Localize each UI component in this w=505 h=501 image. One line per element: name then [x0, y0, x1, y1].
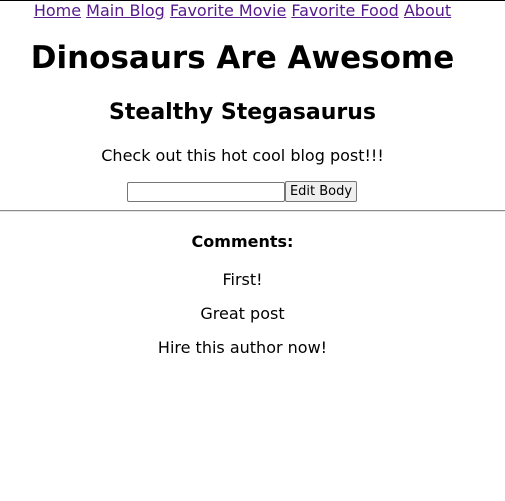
comment-item: Great post — [200, 304, 285, 323]
post-body: Check out this hot cool blog post!!! — [101, 146, 384, 165]
post-title: Stealthy Stegasaurus — [109, 100, 376, 125]
edit-body-input[interactable] — [127, 181, 285, 202]
edit-body-button[interactable]: Edit Body — [285, 181, 357, 202]
nav-link-favorite-food[interactable]: Favorite Food — [291, 1, 398, 20]
comment-item: First! — [222, 270, 263, 289]
horizontal-divider — [0, 210, 505, 212]
nav-link-main-blog[interactable]: Main Blog — [86, 1, 165, 20]
comments-heading: Comments: — [191, 232, 294, 251]
comment-item: Hire this author now! — [157, 338, 328, 357]
nav-link-favorite-movie[interactable]: Favorite Movie — [170, 1, 286, 20]
nav-link-about[interactable]: About — [404, 1, 451, 20]
site-title: Dinosaurs Are Awesome — [30, 40, 455, 76]
nav-link-home[interactable]: Home — [34, 1, 81, 20]
top-nav: Home Main Blog Favorite Movie Favorite F… — [0, 1, 485, 20]
edit-body-form: Edit Body — [127, 181, 357, 202]
